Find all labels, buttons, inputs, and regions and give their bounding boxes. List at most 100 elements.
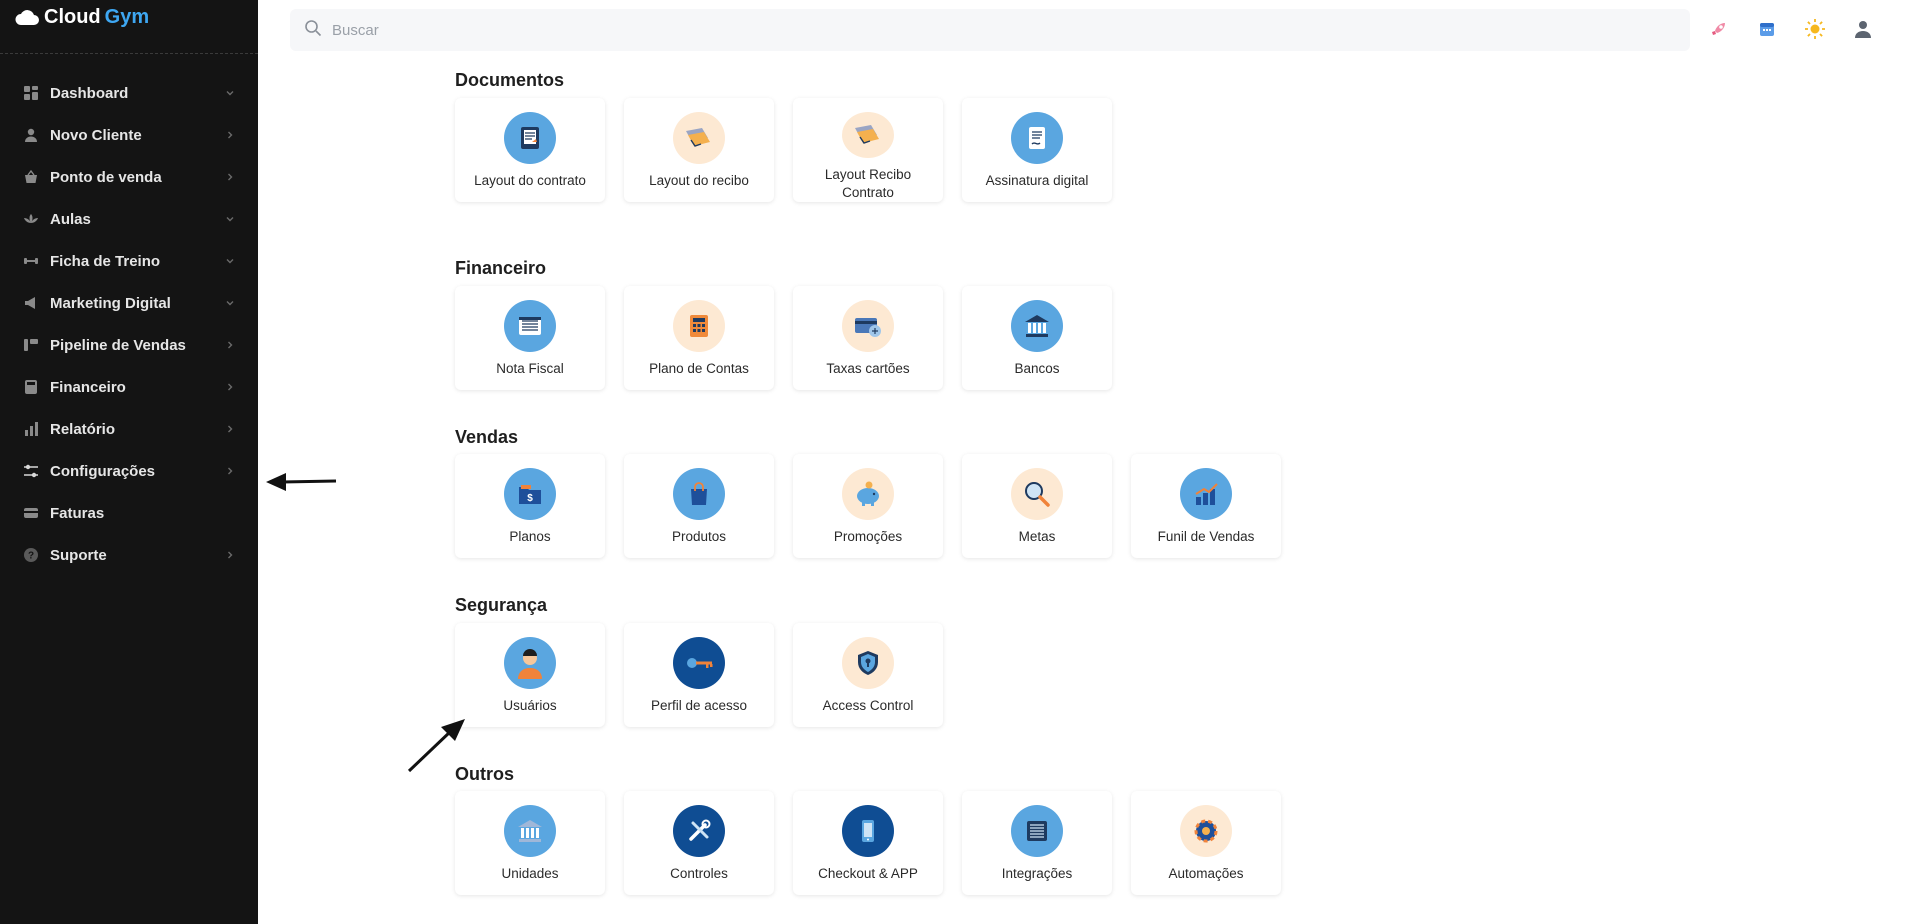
help-icon: ? [22,546,40,564]
card-funil-de-vendas[interactable]: Funil de Vendas [1131,454,1281,558]
svg-text:$: $ [527,493,533,504]
card-label: Promoções [833,529,903,544]
chevron-down-icon [224,213,236,225]
shield-lock-icon [842,637,894,689]
receipt-contract-icon [842,112,894,158]
sidebar-item-label: Faturas [50,504,105,522]
lotus-icon [22,210,40,228]
chevron-right-icon [224,465,236,477]
card-label: Metas [1018,529,1056,544]
chevron-right-icon [224,339,236,351]
card-layout-do-contrato[interactable]: Layout do contrato [455,98,605,202]
sidebar-item-label: Relatório [50,420,116,438]
card-integracoes[interactable]: Integrações [962,791,1112,895]
sidebar-item-ficha-de-treino[interactable]: Ficha de Treino [0,240,258,282]
key-icon [673,637,725,689]
sidebar-item-ponto-de-venda[interactable]: Ponto de venda [0,156,258,198]
section-title-seguranca: Segurança [455,595,548,615]
card-controles[interactable]: Controles [624,791,774,895]
tools-icon [673,805,725,857]
sidebar-item-novo-cliente[interactable]: Novo Cliente [0,114,258,156]
sidebar-item-label: Novo Cliente [50,126,142,144]
rocket-icon[interactable] [1708,18,1730,40]
section-title-financeiro: Financeiro [455,258,547,278]
card-plano-de-contas[interactable]: Plano de Contas [624,286,774,390]
sidebar-item-faturas[interactable]: Faturas [0,492,258,534]
pipeline-icon [22,336,40,354]
sidebar-item-configuracoes[interactable]: Configurações [0,450,258,492]
chevron-down-icon [224,297,236,309]
card-label: Integrações [1001,866,1073,881]
sidebar-item-pipeline-de-vendas[interactable]: Pipeline de Vendas [0,324,258,366]
card-label: Bancos [1014,361,1060,376]
search-input[interactable] [332,21,1632,39]
card-label: Nota Fiscal [496,361,564,376]
card-bancos[interactable]: Bancos [962,286,1112,390]
card-fees-icon [842,300,894,352]
card-label: Taxas cartões [826,361,910,376]
sidebar-nav: Dashboard Novo Cliente Ponto de venda Au… [0,72,258,576]
magnifier-icon [1011,468,1063,520]
card-label: Layout Recibo Contrato [824,167,912,200]
card-label: Perfil de acesso [650,698,748,713]
card-checkout-app[interactable]: Checkout & APP [793,791,943,895]
card-assinatura-digital[interactable]: Assinatura digital [962,98,1112,202]
card-automacoes[interactable]: Automações [1131,791,1281,895]
sidebar-item-aulas[interactable]: Aulas [0,198,258,240]
card-layout-do-recibo[interactable]: Layout do recibo [624,98,774,202]
sidebar-item-dashboard[interactable]: Dashboard [0,72,258,114]
card-taxas-cartoes[interactable]: Taxas cartões [793,286,943,390]
logo-word-gym: Gym [104,5,150,28]
card-promocoes[interactable]: Promoções [793,454,943,558]
logo-word-cloud: Cloud [44,5,101,28]
card-access-control[interactable]: Access Control [793,623,943,727]
profile-icon[interactable] [1852,18,1874,40]
dumbbell-icon [22,252,40,270]
card-label: Plano de Contas [649,361,749,376]
sun-icon[interactable] [1804,18,1826,40]
bar-chart-icon [22,420,40,438]
card-label: Controles [670,866,728,881]
card-label: Checkout & APP [818,866,918,881]
card-label: Unidades [501,866,559,881]
calendar-icon[interactable] [1756,18,1778,40]
chevron-right-icon [224,129,236,141]
topbar-icons [1708,18,1874,40]
card-nota-fiscal[interactable]: Nota Fiscal [455,286,605,390]
logo-divider [0,53,258,54]
card-unidades[interactable]: Unidades [455,791,605,895]
plans-folder-icon: $ [504,468,556,520]
card-label: Planos [509,529,551,544]
sidebar-item-label: Suporte [50,546,107,564]
section-title-vendas: Vendas [455,427,519,447]
shopping-bag-icon [673,468,725,520]
card-label: Funil de Vendas [1157,529,1255,544]
building-icon [504,805,556,857]
card-label: Layout do recibo [649,173,749,188]
sidebar-item-financeiro[interactable]: Financeiro [0,366,258,408]
receipt-icon [673,112,725,164]
card-produtos[interactable]: Produtos [624,454,774,558]
sidebar-item-label: Configurações [50,462,156,480]
credit-card-icon [22,504,40,522]
search-bar[interactable] [290,9,1690,51]
card-layout-recibo-contrato[interactable]: Layout Recibo Contrato [793,98,943,202]
growth-chart-icon [1180,468,1232,520]
sidebar-item-marketing-digital[interactable]: Marketing Digital [0,282,258,324]
card-metas[interactable]: Metas [962,454,1112,558]
users-person-icon [504,637,556,689]
card-usuarios[interactable]: Usuários [455,623,605,727]
server-icon [1011,805,1063,857]
sidebar-item-label: Financeiro [50,378,126,396]
card-label: Assinatura digital [985,173,1089,188]
sidebar-item-label: Pipeline de Vendas [50,336,186,354]
app-logo[interactable]: Cloud Gym [14,4,149,30]
card-planos[interactable]: $ Planos [455,454,605,558]
sidebar-item-suporte[interactable]: ? Suporte [0,534,258,576]
chevron-right-icon [224,171,236,183]
card-perfil-de-acesso[interactable]: Perfil de acesso [624,623,774,727]
sidebar-item-relatorio[interactable]: Relatório [0,408,258,450]
user-icon [22,126,40,144]
card-label: Automações [1168,866,1244,881]
chevron-right-icon [224,423,236,435]
